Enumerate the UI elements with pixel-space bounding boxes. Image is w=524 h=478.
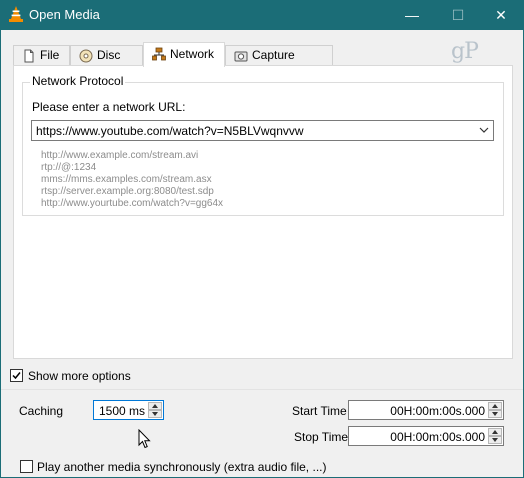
chevron-down-icon[interactable] — [479, 125, 489, 135]
minimize-button[interactable]: — — [390, 1, 434, 30]
vlc-cone-icon — [9, 6, 23, 22]
stop-time-spinbox[interactable]: 00H:00m:00s.000 — [348, 426, 504, 446]
tab-file-label: File — [40, 48, 60, 62]
caching-value: 1500 ms — [98, 404, 145, 418]
example-url: http://www.example.com/stream.avi — [41, 150, 199, 161]
example-url: rtp://@:1234 — [41, 162, 97, 173]
example-url: rtsp://server.example.org:8080/test.sdp — [41, 186, 214, 197]
start-time-down-button[interactable] — [488, 410, 502, 418]
start-time-stepper[interactable] — [488, 402, 502, 418]
caching-stepper[interactable] — [148, 402, 162, 418]
network-url-value: https://www.youtube.com/watch?v=N5BLVwqn… — [36, 124, 304, 138]
example-url: http://www.yourtube.com/watch?v=gg64x — [41, 198, 224, 209]
caching-up-button[interactable] — [148, 402, 162, 410]
start-time-value: 00H:00m:00s.000 — [390, 404, 485, 418]
arrow-down-icon — [492, 412, 498, 416]
show-more-options-checkbox[interactable] — [10, 369, 23, 382]
arrow-up-icon — [492, 430, 498, 434]
stop-time-value: 00H:00m:00s.000 — [390, 430, 485, 444]
stop-time-label: Stop Time — [294, 430, 349, 444]
network-protocol-group: Network Protocol Please enter a network … — [22, 74, 504, 216]
tab-file[interactable]: File — [13, 45, 70, 66]
start-time-up-button[interactable] — [488, 402, 502, 410]
tab-network[interactable]: Network — [143, 42, 225, 67]
arrow-up-icon — [492, 404, 498, 408]
network-icon — [152, 47, 166, 61]
show-more-options-label[interactable]: Show more options — [28, 369, 131, 383]
arrow-up-icon — [152, 404, 158, 408]
example-url: mms://mms.examples.com/stream.asx — [41, 174, 212, 185]
stop-time-up-button[interactable] — [488, 428, 502, 436]
file-icon — [24, 49, 34, 63]
maximize-button[interactable]: ☐ — [436, 1, 480, 30]
tab-network-label: Network — [170, 47, 215, 61]
tab-disc-label: Disc — [97, 48, 121, 62]
watermark-logo: gP — [451, 39, 479, 64]
stop-time-stepper[interactable] — [488, 428, 502, 444]
options-divider — [1, 389, 523, 390]
window-title: Open Media — [29, 7, 100, 22]
play-sync-label[interactable]: Play another media synchronously (extra … — [37, 460, 326, 474]
arrow-down-icon — [492, 438, 498, 442]
caching-down-button[interactable] — [148, 410, 162, 418]
caching-spinbox[interactable]: 1500 ms — [93, 400, 164, 420]
mouse-pointer-icon — [138, 429, 151, 449]
url-examples: http://www.example.com/stream.avi rtp://… — [41, 150, 223, 210]
disc-icon — [79, 49, 93, 63]
close-button[interactable]: ✕ — [479, 1, 523, 30]
tab-disc[interactable]: Disc — [70, 45, 143, 66]
start-time-label: Start Time — [292, 404, 347, 418]
play-sync-checkbox[interactable] — [20, 460, 33, 473]
url-label: Please enter a network URL: — [32, 100, 186, 114]
caching-label: Caching — [19, 404, 64, 418]
title-bar[interactable]: Open Media — ☐ ✕ — [1, 1, 523, 30]
network-url-combobox[interactable]: https://www.youtube.com/watch?v=N5BLVwqn… — [31, 120, 494, 141]
network-tab-panel: Network Protocol Please enter a network … — [13, 65, 513, 359]
stop-time-down-button[interactable] — [488, 436, 502, 444]
open-media-window: Open Media — ☐ ✕ gP File Disc Network Ca… — [0, 0, 524, 478]
arrow-down-icon — [152, 412, 158, 416]
capture-device-icon — [234, 51, 248, 62]
tab-capture-device[interactable]: Capture Device — [225, 45, 333, 81]
start-time-spinbox[interactable]: 00H:00m:00s.000 — [348, 400, 504, 420]
checkmark-icon — [12, 372, 21, 380]
group-title: Network Protocol — [30, 74, 126, 88]
